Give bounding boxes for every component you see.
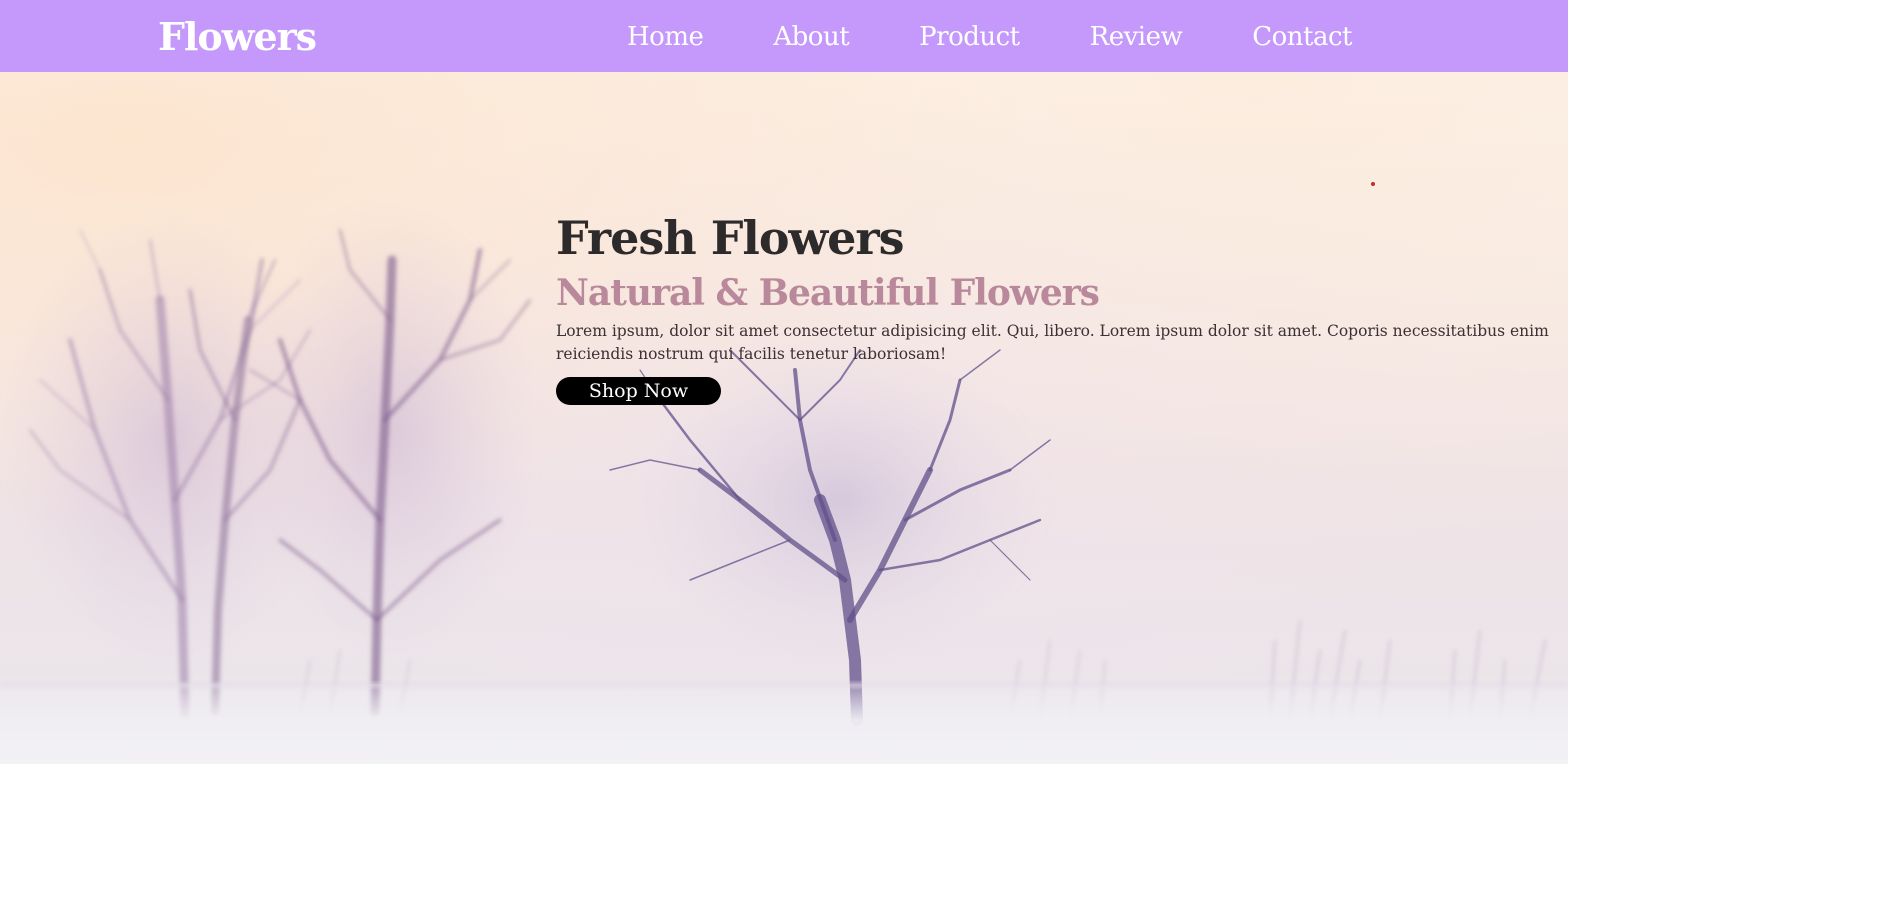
nav-link-home[interactable]: Home — [627, 20, 704, 54]
hero-section: Fresh Flowers Natural & Beautiful Flower… — [556, 210, 1556, 405]
hero-subtitle: Natural & Beautiful Flowers — [556, 272, 1100, 314]
nav-link-review[interactable]: Review — [1090, 20, 1183, 54]
nav-link-about[interactable]: About — [773, 20, 849, 54]
snow-ground — [0, 684, 1568, 764]
shop-now-button[interactable]: Shop Now — [556, 377, 721, 405]
hero-title: Fresh Flowers — [556, 211, 905, 265]
site-logo[interactable]: Flowers — [158, 14, 317, 60]
main-nav: Home About Product Review Contact — [627, 20, 1353, 54]
hero-description: Lorem ipsum, dolor sit amet consectetur … — [556, 322, 1549, 363]
red-dot-marker — [1371, 182, 1375, 186]
nav-link-product[interactable]: Product — [919, 20, 1020, 54]
nav-link-contact[interactable]: Contact — [1252, 20, 1352, 54]
top-navbar: Flowers Home About Product Review Contac… — [0, 0, 1568, 72]
page: Flowers Home About Product Review Contac… — [0, 0, 1568, 764]
